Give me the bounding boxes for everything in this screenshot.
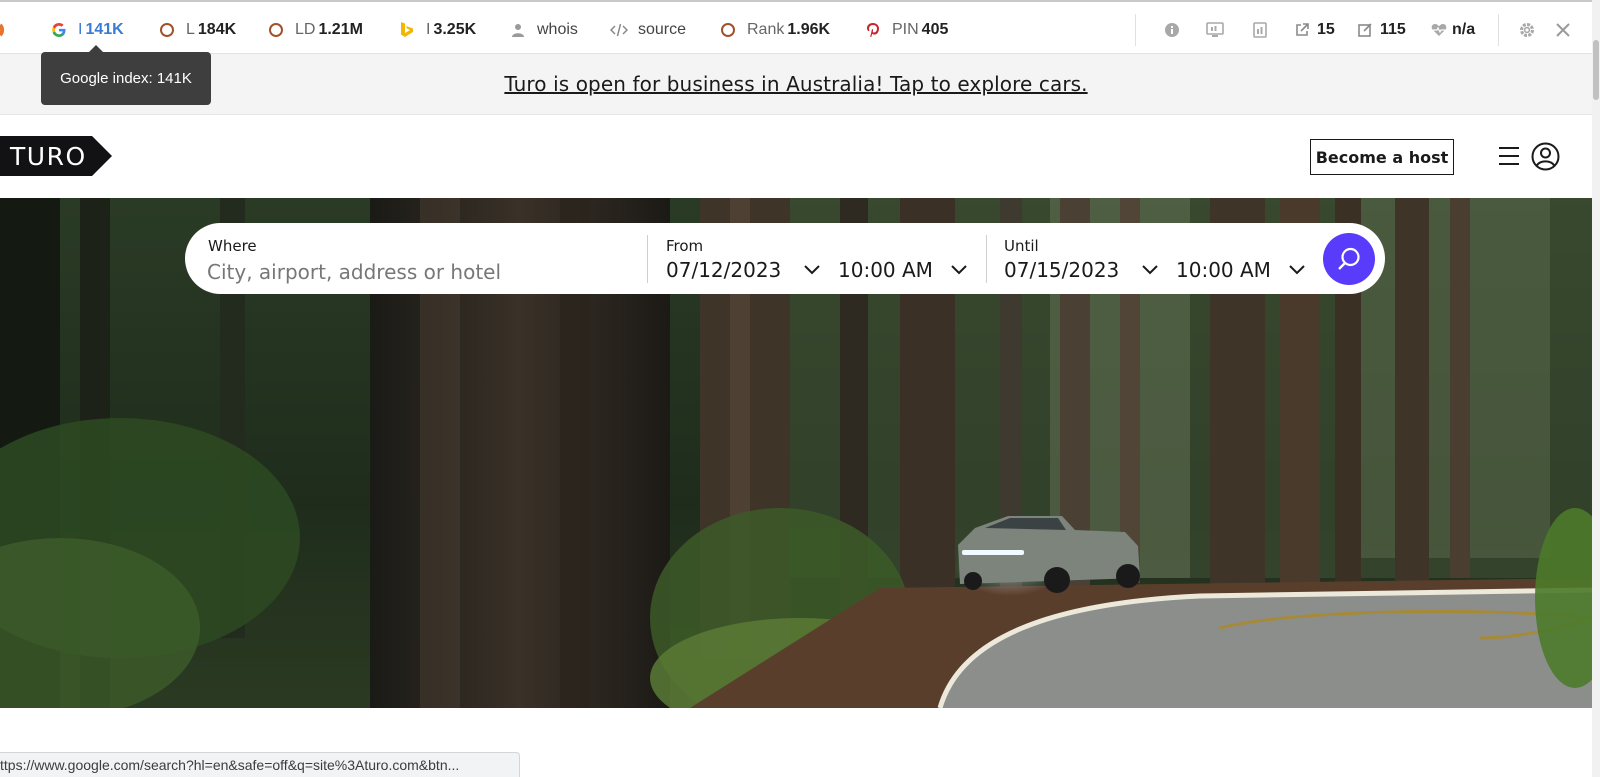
health-metric[interactable]: n/a	[1430, 18, 1475, 42]
pinterest-metric[interactable]: PIN 405	[864, 18, 948, 42]
google-icon	[50, 21, 68, 39]
pinterest-icon	[864, 21, 882, 39]
settings-button[interactable]	[1518, 18, 1546, 42]
pinterest-prefix: PIN	[892, 21, 919, 38]
monitor-icon	[1206, 21, 1224, 39]
internal-links-metric[interactable]: 115	[1356, 18, 1406, 42]
linking-domains-prefix: LD	[295, 21, 316, 38]
rank-metric[interactable]: Rank 1.96K	[719, 18, 830, 42]
become-host-button[interactable]: Become a host	[1310, 139, 1454, 175]
rank-icon	[719, 21, 737, 39]
promo-banner-link[interactable]: Turo is open for business in Australia! …	[504, 72, 1087, 96]
source-link[interactable]: source	[610, 18, 686, 42]
bing-index-prefix: I	[426, 21, 431, 38]
page-scrollbar[interactable]	[1592, 0, 1600, 777]
chevron-down-icon[interactable]	[804, 265, 820, 275]
close-icon	[1554, 21, 1572, 39]
whois-label: whois	[537, 21, 578, 38]
source-label: source	[638, 21, 687, 38]
info-icon	[1163, 21, 1181, 39]
links-prefix: L	[186, 21, 195, 38]
until-date-select[interactable]: 07/15/2023	[1004, 258, 1119, 282]
chevron-down-icon[interactable]	[1289, 265, 1305, 275]
info-button[interactable]	[1163, 18, 1191, 42]
links-value: 184K	[197, 21, 237, 38]
search-button[interactable]	[1323, 233, 1375, 285]
google-index-value: 141K	[85, 21, 124, 38]
search-bar: Where From 07/12/2023 10:00 AM Until 07/…	[185, 223, 1385, 294]
report-button[interactable]	[1251, 18, 1279, 42]
person-icon	[509, 21, 527, 39]
google-index-metric[interactable]: I 141K	[50, 18, 124, 42]
field-separator	[647, 235, 648, 283]
internal-link-icon	[1356, 21, 1374, 39]
linking-domains-icon	[267, 21, 285, 39]
until-time-select[interactable]: 10:00 AM	[1176, 258, 1271, 282]
bing-index-metric[interactable]: I 3.25K	[398, 18, 476, 42]
from-label: From	[666, 237, 704, 255]
external-link-icon	[1293, 21, 1311, 39]
links-metric[interactable]: L 184K	[158, 18, 236, 42]
links-icon	[158, 21, 176, 39]
toolbar-divider	[1498, 14, 1499, 46]
linking-domains-value: 1.21M	[318, 21, 363, 38]
bing-icon	[398, 21, 416, 39]
seo-toolbar: I 141K L 184K LD 1.21M I 3.25K whois sou…	[0, 0, 1600, 54]
chevron-down-icon[interactable]	[1142, 265, 1158, 275]
chevron-down-icon[interactable]	[951, 265, 967, 275]
google-index-prefix: I	[78, 21, 83, 38]
close-toolbar-button[interactable]	[1554, 18, 1582, 42]
search-icon	[1338, 247, 1360, 270]
density-button[interactable]	[1206, 18, 1234, 42]
seoquake-logo-icon[interactable]	[0, 18, 10, 42]
user-account-icon[interactable]	[1531, 142, 1560, 171]
gear-icon	[1518, 21, 1536, 39]
logo-text: TURO	[9, 142, 87, 171]
health-value: n/a	[1452, 21, 1476, 38]
from-date-select[interactable]: 07/12/2023	[666, 258, 781, 282]
toolbar-divider	[1135, 14, 1136, 46]
rank-value: 1.96K	[787, 21, 831, 38]
from-time-select[interactable]: 10:00 AM	[838, 258, 933, 282]
external-links-value: 15	[1317, 21, 1335, 38]
bing-index-value: 3.25K	[433, 21, 477, 38]
status-bar-url: ttps://www.google.com/search?hl=en&safe=…	[0, 752, 520, 777]
whois-link[interactable]: whois	[509, 18, 578, 42]
document-icon	[1251, 21, 1269, 39]
code-icon	[610, 21, 628, 39]
scrollbar-thumb[interactable]	[1593, 40, 1599, 100]
linking-domains-metric[interactable]: LD 1.21M	[267, 18, 363, 42]
field-separator	[986, 235, 987, 283]
promo-banner: Turo is open for business in Australia! …	[0, 54, 1592, 115]
site-header: TURO Become a host	[0, 115, 1592, 198]
heart-icon	[1430, 21, 1448, 39]
until-label: Until	[1004, 237, 1039, 255]
rank-prefix: Rank	[747, 21, 785, 38]
external-links-metric[interactable]: 15	[1293, 18, 1335, 42]
hamburger-menu-icon[interactable]	[1498, 145, 1520, 167]
turo-logo[interactable]: TURO	[0, 136, 112, 176]
where-label: Where	[208, 237, 257, 255]
where-input[interactable]	[207, 257, 627, 287]
pinterest-value: 405	[921, 21, 949, 38]
internal-links-value: 115	[1380, 21, 1406, 38]
google-index-tooltip: Google index: 141K	[41, 45, 211, 105]
